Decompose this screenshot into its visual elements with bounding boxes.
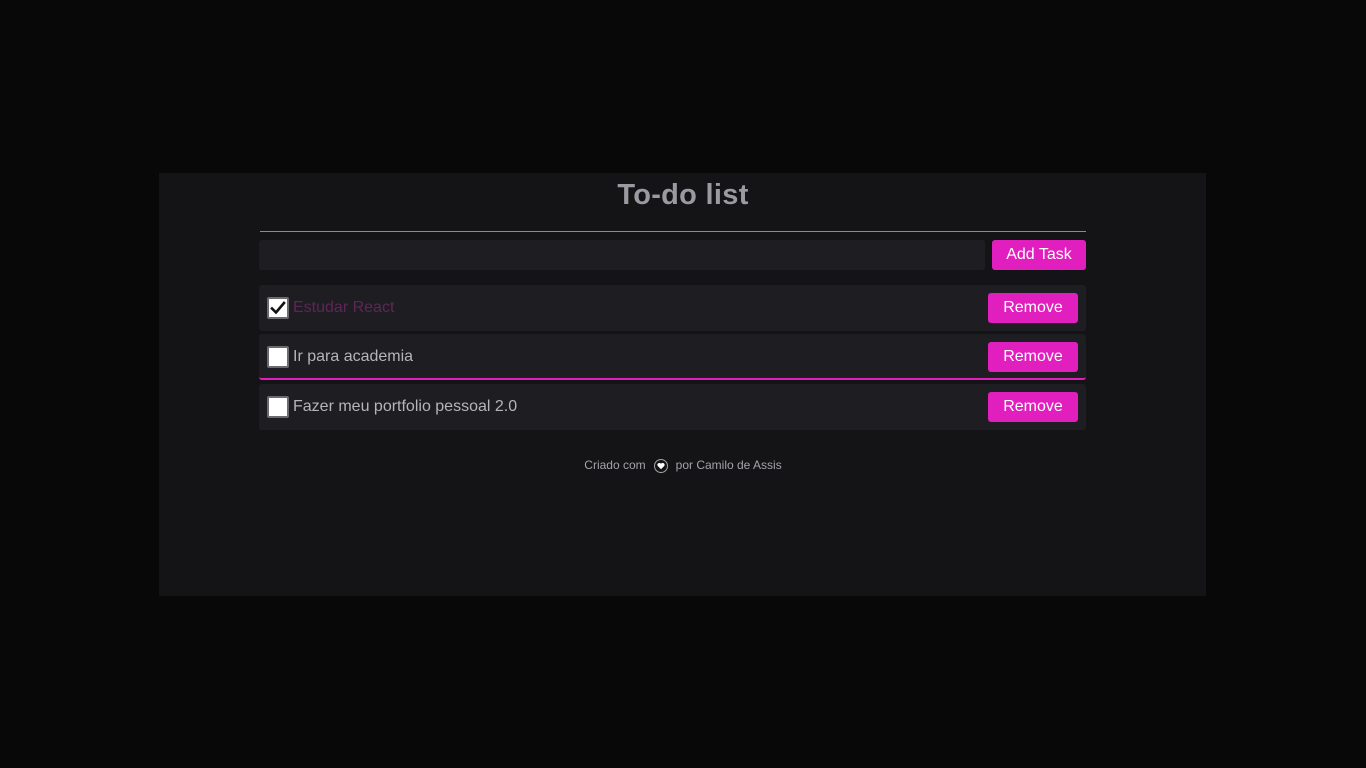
task-label: Fazer meu portfolio pessoal 2.0: [293, 398, 518, 415]
page-title: To-do list: [617, 179, 749, 211]
task-checkbox-checked[interactable]: [267, 297, 289, 319]
task-item: Ir para academia Remove: [259, 334, 1086, 380]
footer-author: por Camilo de Assis: [675, 458, 782, 472]
remove-task-button[interactable]: Remove: [988, 342, 1078, 372]
checkmark-icon: [270, 301, 286, 315]
task-label: Ir para academia: [293, 348, 414, 365]
task-item: Estudar React Remove: [259, 285, 1086, 331]
footer-prefix: Criado com: [584, 458, 646, 472]
add-task-button[interactable]: Add Task: [992, 240, 1086, 270]
task-item: Fazer meu portfolio pessoal 2.0 Remove: [259, 384, 1086, 430]
remove-task-button[interactable]: Remove: [988, 293, 1078, 323]
heart-icon: [653, 459, 668, 473]
new-task-input[interactable]: [259, 240, 985, 270]
title-divider: [260, 231, 1086, 232]
task-label: Estudar React: [293, 299, 395, 316]
footer: Criado com por Camilo de Assis: [0, 457, 1366, 473]
task-checkbox[interactable]: [267, 346, 289, 368]
task-checkbox[interactable]: [267, 396, 289, 418]
remove-task-button[interactable]: Remove: [988, 392, 1078, 422]
